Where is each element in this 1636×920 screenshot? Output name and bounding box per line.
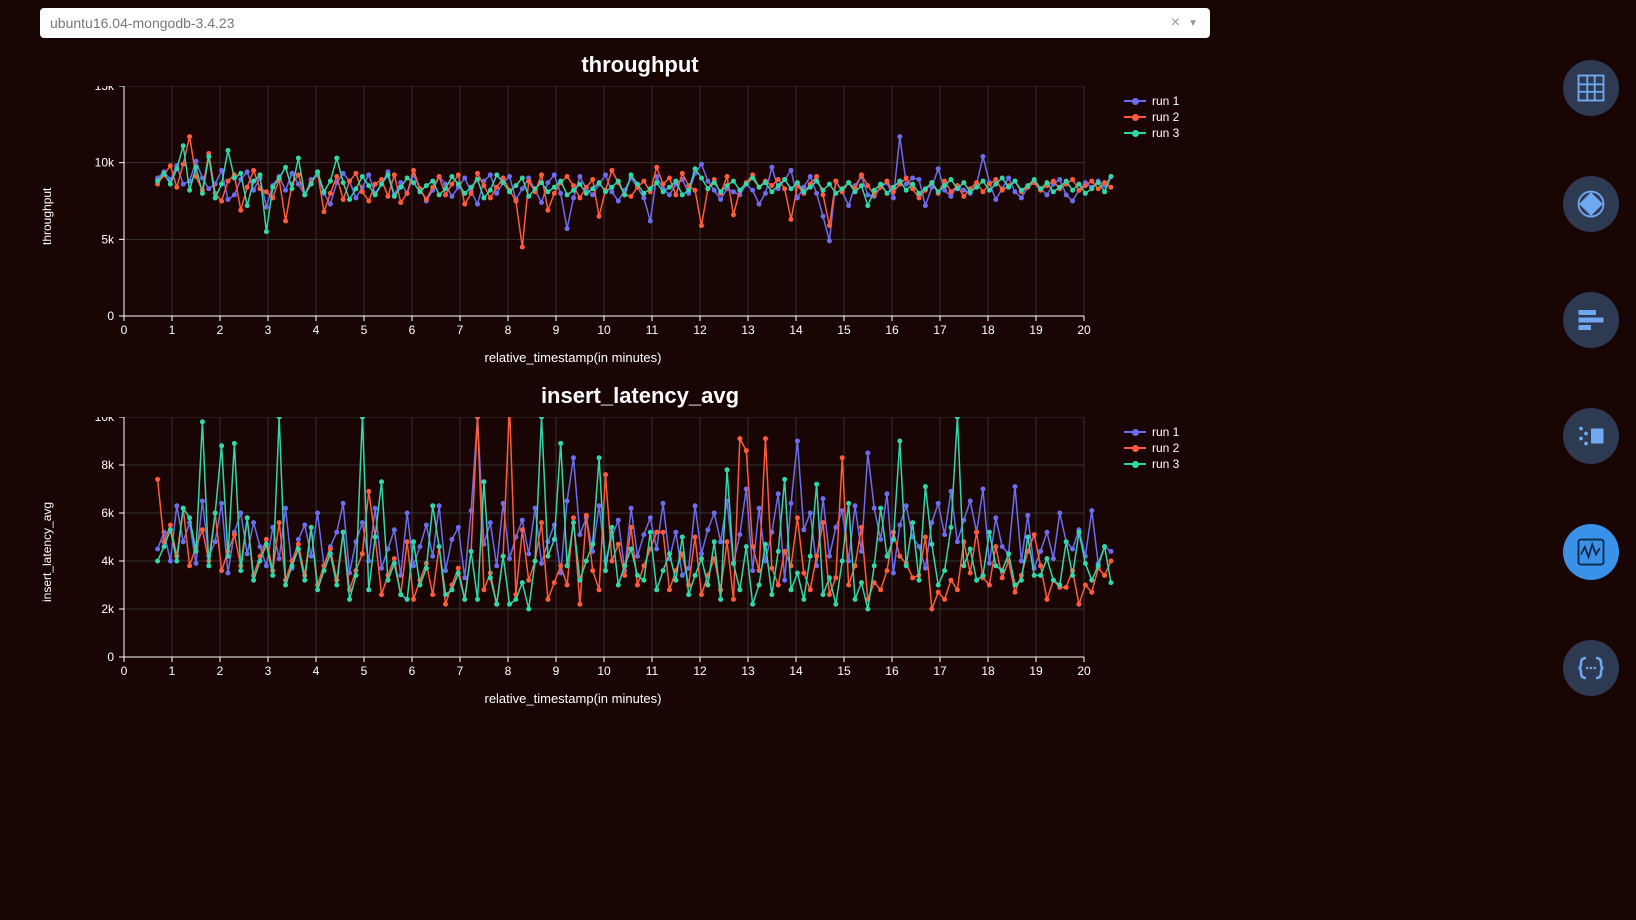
legend-label: run 1	[1152, 94, 1179, 108]
svg-text:5k: 5k	[101, 232, 115, 246]
bars-icon[interactable]	[1563, 292, 1619, 348]
svg-text:14: 14	[789, 323, 803, 337]
chart-title: insert_latency_avg	[40, 383, 1240, 409]
svg-text:19: 19	[1029, 323, 1043, 337]
chart-legend: run 1 run 2 run 3	[1124, 92, 1179, 142]
svg-text:12: 12	[693, 323, 707, 337]
svg-text:17: 17	[933, 323, 947, 337]
json-braces-icon[interactable]	[1563, 640, 1619, 696]
svg-text:8: 8	[505, 323, 512, 337]
svg-text:9: 9	[553, 664, 560, 678]
svg-text:5: 5	[361, 664, 368, 678]
line-chart-icon[interactable]	[1563, 524, 1619, 580]
svg-text:0: 0	[121, 323, 128, 337]
svg-text:3: 3	[265, 323, 272, 337]
legend-label: run 3	[1152, 457, 1179, 471]
svg-text:14: 14	[789, 664, 803, 678]
svg-text:1: 1	[169, 323, 176, 337]
svg-text:18: 18	[981, 323, 995, 337]
svg-text:11: 11	[646, 664, 659, 678]
svg-text:8k: 8k	[101, 458, 115, 472]
svg-text:19: 19	[1029, 664, 1043, 678]
legend-label: run 1	[1152, 425, 1179, 439]
svg-text:0: 0	[107, 309, 114, 323]
svg-text:15: 15	[837, 664, 851, 678]
svg-text:10: 10	[597, 323, 611, 337]
svg-text:13: 13	[741, 323, 755, 337]
scatter-box-icon[interactable]	[1563, 408, 1619, 464]
svg-text:16: 16	[885, 323, 899, 337]
svg-text:18: 18	[981, 664, 995, 678]
svg-text:4: 4	[313, 664, 320, 678]
svg-text:0: 0	[121, 664, 128, 678]
x-axis-label: relative_timestamp(in minutes)	[58, 350, 1088, 365]
svg-text:7: 7	[457, 664, 464, 678]
svg-text:10: 10	[597, 664, 611, 678]
svg-text:4: 4	[313, 323, 320, 337]
clear-icon[interactable]: ×	[1165, 14, 1186, 32]
svg-text:7: 7	[457, 323, 464, 337]
svg-text:16: 16	[885, 664, 899, 678]
charts-area: throughputthroughput01234567891011121314…	[40, 48, 1240, 724]
chart-plot[interactable]: 0123456789101112131415161718192002k4k6k8…	[54, 417, 1254, 687]
svg-text:10k: 10k	[95, 156, 115, 170]
svg-text:9: 9	[553, 323, 560, 337]
legend-label: run 3	[1152, 126, 1179, 140]
legend-label: run 2	[1152, 110, 1179, 124]
svg-text:6: 6	[409, 323, 416, 337]
svg-text:17: 17	[933, 664, 947, 678]
svg-text:13: 13	[741, 664, 755, 678]
y-axis-label: throughput	[40, 86, 54, 346]
chevron-down-icon[interactable]: ▼	[1186, 18, 1200, 29]
svg-text:15k: 15k	[95, 86, 115, 93]
chart-legend: run 1 run 2 run 3	[1124, 423, 1179, 473]
svg-text:6k: 6k	[101, 506, 115, 520]
svg-text:5: 5	[361, 323, 368, 337]
svg-text:2: 2	[217, 664, 224, 678]
svg-text:10k: 10k	[95, 417, 115, 424]
chart-plot[interactable]: 0123456789101112131415161718192005k10k15…	[54, 86, 1254, 346]
svg-text:11: 11	[646, 323, 659, 337]
svg-text:8: 8	[505, 664, 512, 678]
svg-text:12: 12	[693, 664, 707, 678]
legend-label: run 2	[1152, 441, 1179, 455]
svg-text:20: 20	[1077, 323, 1091, 337]
svg-text:15: 15	[837, 323, 851, 337]
svg-text:0: 0	[107, 650, 114, 664]
svg-text:1: 1	[169, 664, 176, 678]
x-axis-label: relative_timestamp(in minutes)	[58, 691, 1088, 706]
y-axis-label: insert_latency_avg	[40, 417, 54, 687]
svg-text:2k: 2k	[101, 602, 115, 616]
side-toolbar	[1546, 60, 1636, 696]
svg-text:2: 2	[217, 323, 224, 337]
diamond-icon[interactable]	[1563, 176, 1619, 232]
search-value: ubuntu16.04-mongodb-3.4.23	[50, 15, 234, 31]
svg-text:20: 20	[1077, 664, 1091, 678]
chart-title: throughput	[40, 52, 1240, 78]
svg-text:6: 6	[409, 664, 416, 678]
svg-text:3: 3	[265, 664, 272, 678]
grid-icon[interactable]	[1563, 60, 1619, 116]
search-select[interactable]: ubuntu16.04-mongodb-3.4.23 × ▼	[40, 8, 1210, 38]
svg-text:4k: 4k	[101, 554, 115, 568]
